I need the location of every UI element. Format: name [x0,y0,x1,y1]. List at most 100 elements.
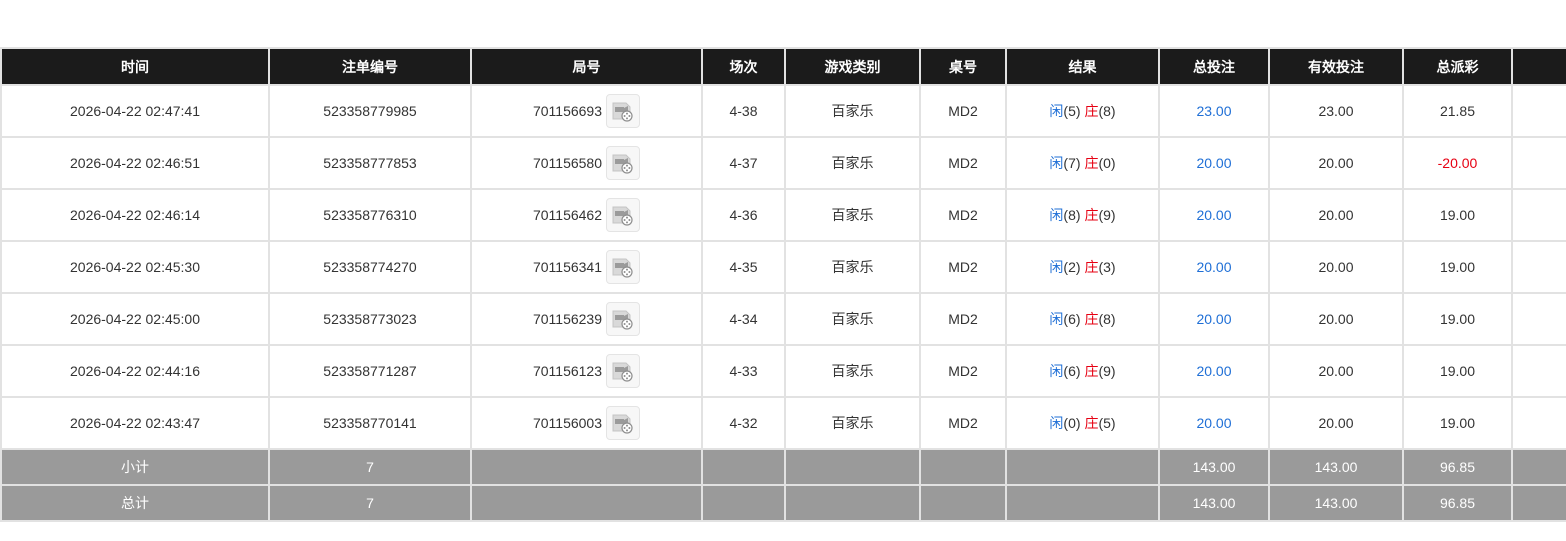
video-replay-icon[interactable] [606,406,641,440]
cell-session: 4-35 [701,240,786,294]
cell-bet-id: 523358777853 [268,136,472,190]
video-replay-icon[interactable] [606,250,641,284]
round-id-text: 701156462 [532,207,603,223]
cell-total-bet-link[interactable]: 20.00 [1158,240,1270,294]
header-result: 结果 [1005,47,1160,86]
cell-table-no: MD2 [919,292,1007,346]
cell-extra [1511,292,1566,346]
round-id-text: 701156341 [532,259,603,275]
cell-payout: 19.00 [1402,188,1513,242]
header-time: 时间 [0,47,270,86]
cell-valid-bet: 20.00 [1268,396,1404,450]
round-id-text: 701156239 [532,311,603,327]
player-label: 闲 [1049,415,1064,431]
subtotal-valid-bet: 143.00 [1268,448,1404,486]
grand-total-empty [701,484,786,522]
cell-bet-id: 523358770141 [268,396,472,450]
video-replay-icon[interactable] [606,198,641,232]
table-body: 2026-04-22 02:47:41 523358779985 701156693… [0,84,1566,450]
header-table-no: 桌号 [919,47,1007,86]
cell-table-no: MD2 [919,240,1007,294]
cell-payout: 19.00 [1402,240,1513,294]
grand-total-empty [919,484,1007,522]
cell-total-bet-link[interactable]: 20.00 [1158,292,1270,346]
cell-game-type: 百家乐 [784,344,921,398]
cell-game-type: 百家乐 [784,292,921,346]
cell-round-id: 701156580 [470,136,703,190]
grand-total-empty [784,484,921,522]
cell-result: 闲(8) 庄(9) [1005,188,1160,242]
cell-bet-id: 523358779985 [268,84,472,138]
cell-payout: 19.00 [1402,344,1513,398]
cell-round-id: 701156693 [470,84,703,138]
table-row: 2026-04-22 02:46:14 523358776310 701156462… [0,188,1566,242]
cell-game-type: 百家乐 [784,396,921,450]
banker-score: (8) [1098,103,1116,119]
header-row: 时间 注单编号 局号 场次 游戏类别 桌号 结果 总投注 有效投注 总派彩 [0,47,1566,86]
cell-extra [1511,396,1566,450]
cell-payout: 19.00 [1402,292,1513,346]
table-row: 2026-04-22 02:44:16 523358771287 701156123… [0,344,1566,398]
cell-total-bet-link[interactable]: 20.00 [1158,188,1270,242]
video-replay-icon[interactable] [606,354,641,388]
banker-score: (3) [1098,259,1116,275]
table-row: 2026-04-22 02:45:00 523358773023 701156239… [0,292,1566,346]
video-replay-icon[interactable] [606,94,641,128]
cell-bet-id: 523358773023 [268,292,472,346]
cell-table-no: MD2 [919,396,1007,450]
video-replay-icon[interactable] [606,302,641,336]
cell-table-no: MD2 [919,344,1007,398]
cell-valid-bet: 20.00 [1268,240,1404,294]
player-score: (2) [1063,259,1081,275]
grand-total-payout: 96.85 [1402,484,1513,522]
header-valid-bet: 有效投注 [1268,47,1404,86]
cell-bet-id: 523358776310 [268,188,472,242]
subtotal-row: 小计 7 143.00 143.00 96.85 [0,448,1566,486]
cell-total-bet-link[interactable]: 20.00 [1158,344,1270,398]
banker-label: 庄 [1084,207,1099,223]
cell-session: 4-36 [701,188,786,242]
subtotal-count: 7 [268,448,472,486]
cell-extra [1511,240,1566,294]
header-session: 场次 [701,47,786,86]
cell-extra [1511,344,1566,398]
banker-label: 庄 [1084,311,1099,327]
grand-total-empty [1511,484,1566,522]
cell-result: 闲(7) 庄(0) [1005,136,1160,190]
cell-result: 闲(0) 庄(5) [1005,396,1160,450]
cell-valid-bet: 20.00 [1268,136,1404,190]
header-total-bet: 总投注 [1158,47,1270,86]
grand-total-valid-bet: 143.00 [1268,484,1404,522]
cell-extra [1511,188,1566,242]
cell-result: 闲(5) 庄(8) [1005,84,1160,138]
header-round-id: 局号 [470,47,703,86]
cell-time: 2026-04-22 02:45:00 [0,292,270,346]
cell-game-type: 百家乐 [784,84,921,138]
grand-total-empty [470,484,703,522]
player-label: 闲 [1049,103,1064,119]
cell-total-bet-link[interactable]: 20.00 [1158,136,1270,190]
cell-result: 闲(6) 庄(8) [1005,292,1160,346]
video-replay-icon[interactable] [606,146,641,180]
table-row: 2026-04-22 02:47:41 523358779985 701156693… [0,84,1566,138]
subtotal-empty [919,448,1007,486]
round-id-text: 701156580 [532,155,603,171]
cell-bet-id: 523358774270 [268,240,472,294]
cell-total-bet-link[interactable]: 20.00 [1158,396,1270,450]
cell-game-type: 百家乐 [784,188,921,242]
cell-round-id: 701156239 [470,292,703,346]
player-score: (6) [1063,311,1081,327]
player-score: (6) [1063,363,1081,379]
table-row: 2026-04-22 02:45:30 523358774270 701156341… [0,240,1566,294]
cell-session: 4-32 [701,396,786,450]
cell-time: 2026-04-22 02:44:16 [0,344,270,398]
bet-history-container: 时间 注单编号 局号 场次 游戏类别 桌号 结果 总投注 有效投注 总派彩 2026-04-22 … [0,47,1566,522]
banker-label: 庄 [1084,155,1099,171]
header-total-payout: 总派彩 [1402,47,1513,86]
table-row: 2026-04-22 02:46:51 523358777853 701156580… [0,136,1566,190]
cell-session: 4-34 [701,292,786,346]
cell-total-bet-link[interactable]: 23.00 [1158,84,1270,138]
cell-session: 4-38 [701,84,786,138]
player-score: (7) [1063,155,1081,171]
cell-valid-bet: 20.00 [1268,344,1404,398]
